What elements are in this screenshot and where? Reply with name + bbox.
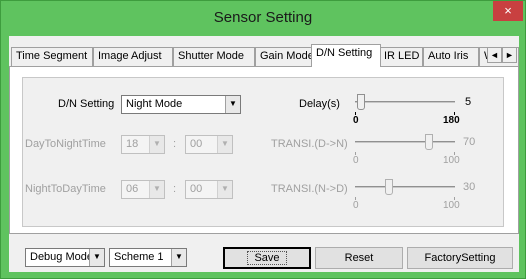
save-button-label: Save: [247, 251, 287, 265]
debug-mode-select[interactable]: Debug Mode ▼: [25, 248, 105, 267]
tab-scroll-arrows: ◄ ►: [487, 47, 517, 63]
chevron-down-icon[interactable]: ▼: [217, 181, 232, 198]
dn-setting-select[interactable]: Night Mode ▼: [121, 95, 241, 114]
bottom-bar: Debug Mode ▼ Scheme 1 ▼ Save Reset Facto…: [9, 244, 519, 272]
delay-value: 5: [465, 96, 472, 108]
day-to-night-min-value: 00: [190, 138, 203, 150]
night-to-day-hour-value: 06: [126, 183, 139, 195]
dn-setting-label: D/N Setting: [58, 98, 115, 110]
tab-shutter-mode[interactable]: Shutter Mode: [173, 47, 255, 66]
transi-dn-label: TRANSI.(D->N): [271, 138, 348, 150]
factory-setting-button[interactable]: FactorySetting: [407, 247, 513, 269]
scheme-value: Scheme 1: [114, 251, 164, 263]
chevron-down-icon[interactable]: ▼: [217, 136, 232, 153]
time-colon: :: [173, 183, 177, 195]
time-colon: :: [173, 138, 177, 150]
transi-nd-max: 100: [443, 200, 460, 211]
client-area: Time Segment Image Adjust Shutter Mode G…: [9, 36, 519, 272]
title-bar[interactable]: Sensor Setting ×: [1, 1, 525, 35]
transi-nd-slider-thumb[interactable]: [385, 179, 393, 195]
tab-scroll-right-icon[interactable]: ►: [502, 47, 517, 63]
night-to-day-label: NightToDayTime: [25, 183, 106, 195]
tab-ir-led[interactable]: IR LED: [379, 47, 423, 66]
dn-setting-value: Night Mode: [126, 98, 183, 110]
close-icon: ×: [504, 3, 512, 18]
save-button[interactable]: Save: [223, 247, 311, 269]
sensor-setting-window: Sensor Setting × Time Segment Image Adju…: [0, 0, 526, 279]
tab-image-adjust[interactable]: Image Adjust: [93, 47, 173, 66]
slider-track: [355, 186, 455, 188]
chevron-down-icon[interactable]: ▼: [171, 249, 186, 266]
tab-strip: Time Segment Image Adjust Shutter Mode G…: [9, 44, 519, 67]
window-title: Sensor Setting: [213, 9, 313, 26]
day-to-night-label: DayToNightTime: [25, 138, 106, 150]
scheme-select[interactable]: Scheme 1 ▼: [109, 248, 187, 267]
day-to-night-min-select[interactable]: 00 ▼: [185, 135, 233, 154]
debug-mode-value: Debug Mode: [30, 251, 93, 263]
night-to-day-hour-select[interactable]: 06 ▼: [121, 180, 165, 199]
night-to-day-min-select[interactable]: 00 ▼: [185, 180, 233, 199]
tab-auto-iris[interactable]: Auto Iris: [423, 47, 479, 66]
slider-track: [355, 101, 455, 103]
close-button[interactable]: ×: [493, 1, 523, 21]
chevron-down-icon[interactable]: ▼: [225, 96, 240, 113]
transi-dn-value: 70: [463, 136, 476, 148]
chevron-down-icon[interactable]: ▼: [149, 136, 164, 153]
reset-button[interactable]: Reset: [315, 247, 403, 269]
day-to-night-hour-value: 18: [126, 138, 139, 150]
transi-dn-slider-thumb[interactable]: [425, 134, 433, 150]
delay-slider[interactable]: [355, 94, 455, 115]
tab-scroll-left-icon[interactable]: ◄: [487, 47, 502, 63]
delay-min: 0: [353, 115, 359, 126]
chevron-down-icon[interactable]: ▼: [89, 249, 104, 266]
dn-settings-group: D/N Setting Night Mode ▼ Delay(s) 5 0 18…: [22, 77, 504, 227]
night-to-day-min-value: 00: [190, 183, 203, 195]
tab-gain-mode[interactable]: Gain Mode: [255, 47, 319, 66]
day-to-night-hour-select[interactable]: 18 ▼: [121, 135, 165, 154]
transi-nd-min: 0: [353, 200, 359, 211]
transi-dn-max: 100: [443, 155, 460, 166]
transi-nd-label: TRANSI.(N->D): [271, 183, 348, 195]
transi-nd-slider[interactable]: [355, 179, 455, 200]
delay-label: Delay(s): [299, 98, 340, 110]
slider-track: [355, 141, 455, 143]
delay-max: 180: [443, 115, 460, 126]
transi-nd-value: 30: [463, 181, 476, 193]
tab-time-segment[interactable]: Time Segment: [11, 47, 93, 66]
tab-dn-setting[interactable]: D/N Setting: [311, 44, 381, 67]
delay-slider-thumb[interactable]: [357, 94, 365, 110]
chevron-down-icon[interactable]: ▼: [149, 181, 164, 198]
transi-dn-min: 0: [353, 155, 359, 166]
transi-dn-slider[interactable]: [355, 134, 455, 155]
dn-setting-panel: D/N Setting Night Mode ▼ Delay(s) 5 0 18…: [9, 66, 519, 234]
